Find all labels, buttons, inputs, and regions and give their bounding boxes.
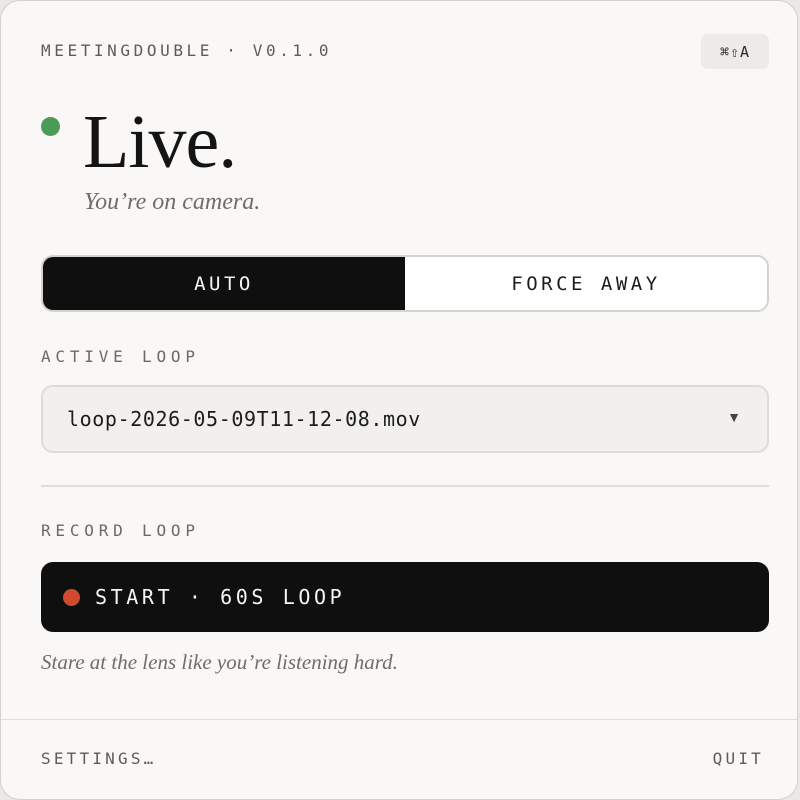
app-title: MEETINGDOUBLE · V0.1.0 [41, 41, 333, 60]
settings-link[interactable]: SETTINGS… [41, 749, 157, 768]
shortcut-badge: ⌘⇧A [701, 34, 769, 69]
record-dot-icon [63, 588, 80, 606]
status-subtitle: You’re on camera. [84, 189, 261, 215]
mode-toggle: AUTO FORCE AWAY [41, 255, 769, 312]
active-loop-label: ACTIVE LOOP [41, 347, 200, 366]
mode-auto-button[interactable]: AUTO [43, 257, 405, 310]
status-title: Live. [83, 100, 237, 184]
record-loop-label: RECORD LOOP [41, 521, 200, 540]
live-status-indicator [41, 117, 60, 136]
record-button-label: START · 60S LOOP [95, 585, 346, 609]
chevron-down-icon: ▼ [727, 411, 741, 426]
app-panel: MEETINGDOUBLE · V0.1.0 ⌘⇧A Live. You’re … [0, 0, 798, 800]
mode-force-away-button[interactable]: FORCE AWAY [405, 257, 767, 310]
start-record-button[interactable]: START · 60S LOOP [41, 562, 769, 632]
active-loop-select[interactable]: loop-2026-05-09T11-12-08.mov ▼ [41, 385, 769, 453]
quit-link[interactable]: QUIT [713, 749, 764, 768]
footer-divider [1, 719, 797, 720]
section-divider [41, 485, 769, 487]
record-hint: Stare at the lens like you’re listening … [41, 650, 398, 674]
active-loop-value: loop-2026-05-09T11-12-08.mov [67, 407, 421, 431]
